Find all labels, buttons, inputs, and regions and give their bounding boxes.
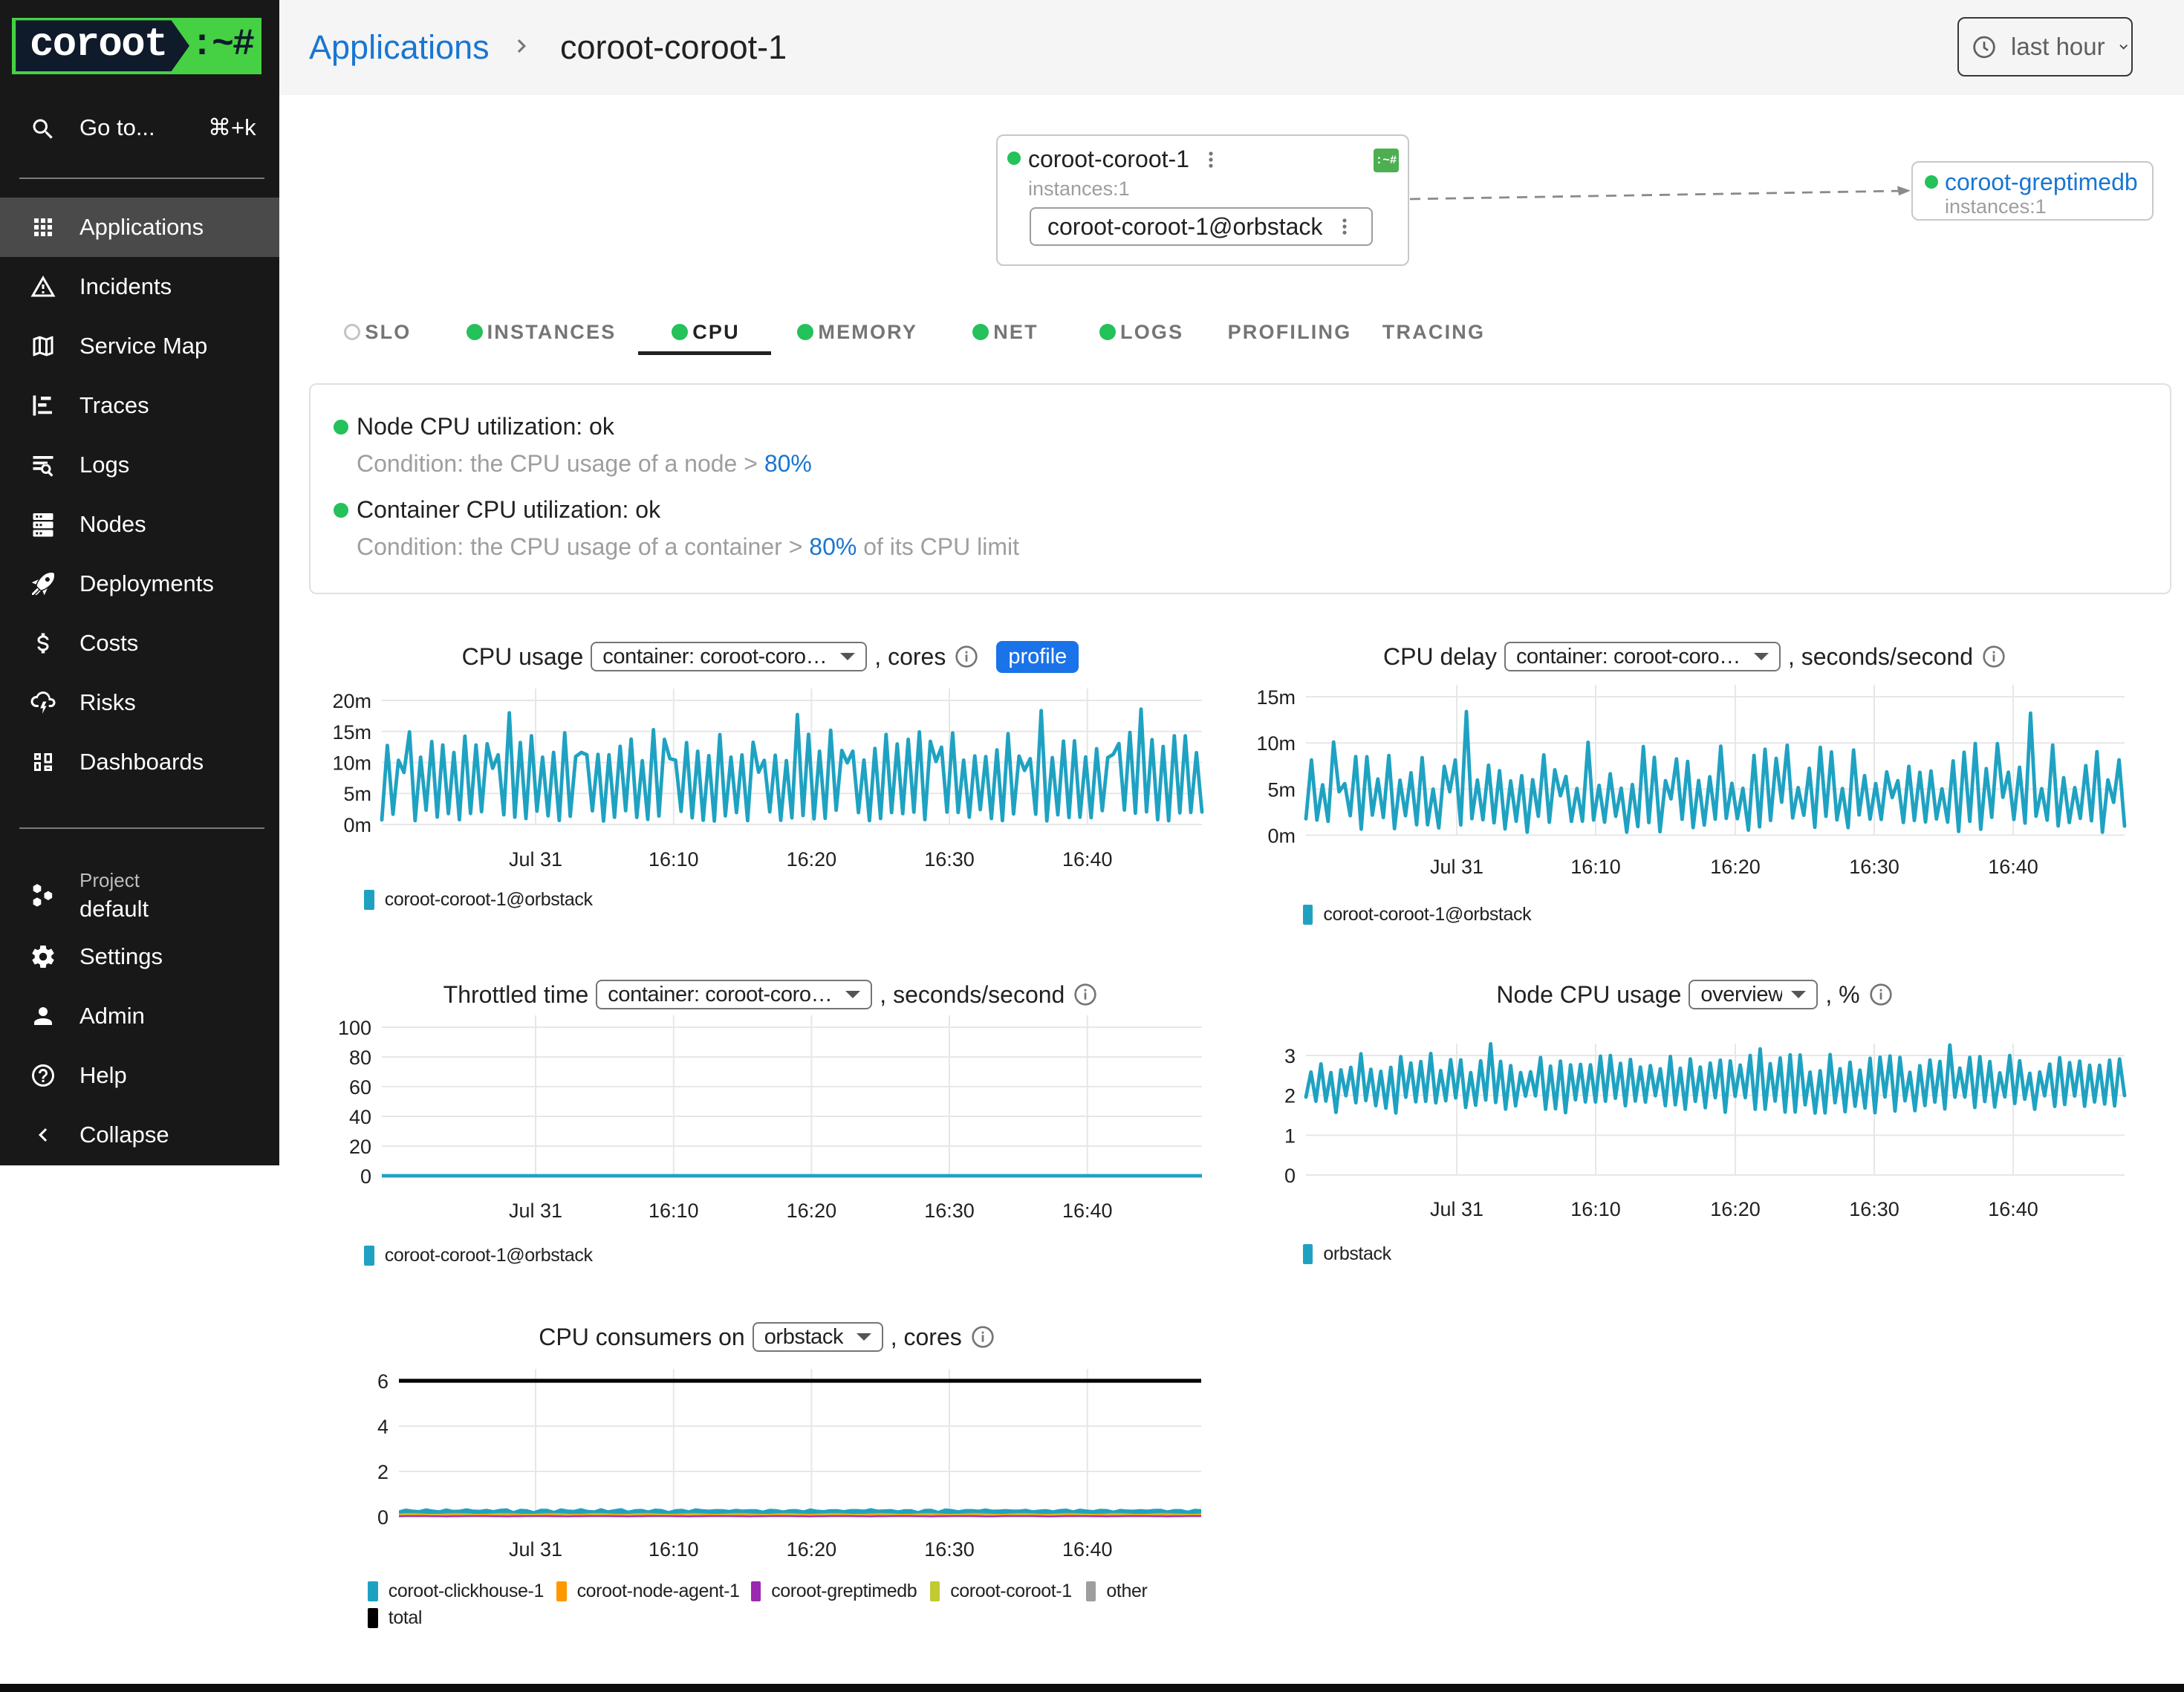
svg-text:40: 40 [349,1106,371,1128]
svg-text:Jul 31: Jul 31 [509,1538,562,1561]
svg-text:16:40: 16:40 [1988,856,2038,876]
svg-text:3: 3 [1284,1045,1296,1067]
svg-text:10m: 10m [332,752,371,775]
svg-text:2: 2 [1284,1085,1296,1107]
svg-text:0m: 0m [343,814,371,836]
svg-text:16:30: 16:30 [1849,1198,1899,1220]
svg-text:80: 80 [349,1047,371,1069]
svg-text:5m: 5m [1267,778,1296,801]
svg-text:0: 0 [377,1506,389,1529]
svg-text:1: 1 [1284,1125,1296,1147]
svg-text:Jul 31: Jul 31 [509,848,562,871]
svg-text:60: 60 [349,1076,371,1099]
svg-text:6: 6 [377,1370,389,1393]
svg-text:16:30: 16:30 [1849,856,1899,876]
svg-text:15m: 15m [332,721,371,743]
svg-text:10m: 10m [1256,732,1296,755]
svg-text:100: 100 [338,1017,371,1039]
svg-text:16:30: 16:30 [924,848,975,871]
svg-text:20: 20 [349,1136,371,1158]
svg-text:16:20: 16:20 [787,1538,837,1561]
svg-text:16:30: 16:30 [924,1200,975,1222]
svg-text:16:30: 16:30 [924,1538,975,1561]
svg-text:16:10: 16:10 [1570,1198,1621,1220]
svg-text:16:20: 16:20 [787,848,837,871]
svg-text:16:40: 16:40 [1062,1538,1113,1561]
svg-text:16:40: 16:40 [1062,848,1113,871]
svg-text:16:10: 16:10 [649,1200,699,1222]
svg-text:15m: 15m [1256,686,1296,709]
svg-text:5m: 5m [343,783,371,805]
svg-text:16:20: 16:20 [1710,856,1761,876]
svg-text:16:20: 16:20 [1710,1198,1761,1220]
svg-text:0: 0 [360,1165,371,1188]
svg-text:0: 0 [1284,1165,1296,1187]
svg-text:0m: 0m [1267,824,1296,847]
svg-text:16:40: 16:40 [1988,1198,2038,1220]
svg-text:16:20: 16:20 [787,1200,837,1222]
svg-text:20m: 20m [332,690,371,712]
svg-text:4: 4 [377,1416,389,1438]
svg-text:Jul 31: Jul 31 [1430,856,1483,876]
svg-text:Jul 31: Jul 31 [509,1200,562,1222]
svg-text:16:10: 16:10 [1570,856,1621,876]
svg-text:Jul 31: Jul 31 [1430,1198,1483,1220]
svg-text:16:10: 16:10 [649,1538,699,1561]
svg-text:16:40: 16:40 [1062,1200,1113,1222]
svg-text:16:10: 16:10 [649,848,699,871]
svg-text:2: 2 [377,1461,389,1483]
